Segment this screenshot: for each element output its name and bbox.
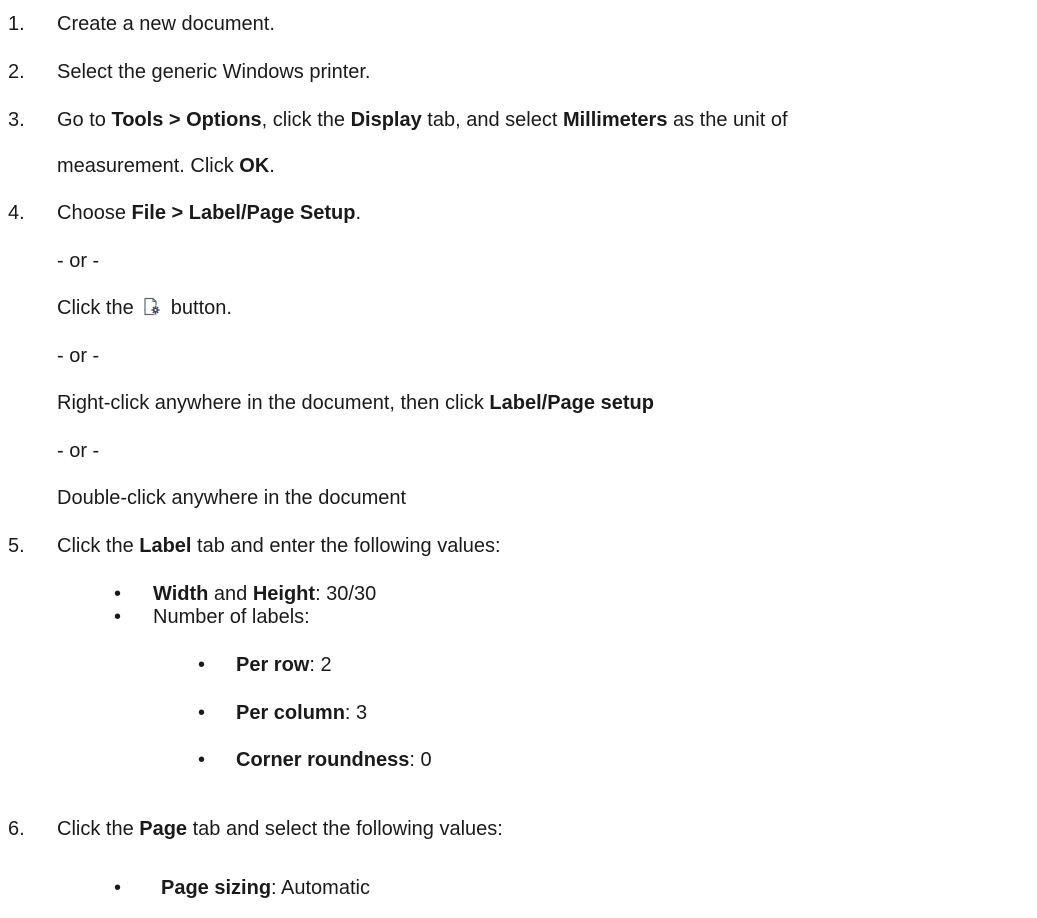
click-button-instruction: Click the button. bbox=[57, 297, 232, 319]
step-3-text: Go to Tools > Options, click the Display… bbox=[57, 109, 788, 131]
double-click-instruction: Double-click anywhere in the document bbox=[57, 487, 407, 509]
step-3-text-continued: measurement. Click OK. bbox=[57, 155, 275, 177]
or-separator: - or - bbox=[57, 250, 100, 272]
step-4-number: 4. bbox=[8, 202, 25, 224]
number-of-labels-item: Number of labels: bbox=[153, 606, 310, 628]
step-6-number: 6. bbox=[8, 818, 25, 840]
per-row-item: Per row: 2 bbox=[236, 654, 332, 676]
step-1-text: Create a new document. bbox=[57, 13, 275, 35]
bullet-icon: • bbox=[198, 654, 206, 676]
page-sizing-item: Page sizing: Automatic bbox=[161, 877, 370, 899]
label-page-setup-icon bbox=[143, 297, 162, 316]
right-click-instruction: Right-click anywhere in the document, th… bbox=[57, 392, 654, 414]
step-5-text: Click the Label tab and enter the follow… bbox=[57, 535, 501, 557]
bullet-icon: • bbox=[114, 583, 122, 605]
step-2-number: 2. bbox=[8, 61, 25, 83]
bullet-icon: • bbox=[198, 749, 206, 771]
or-separator: - or - bbox=[57, 440, 100, 462]
step-4-text: Choose File > Label/Page Setup. bbox=[57, 202, 362, 224]
step-2-text: Select the generic Windows printer. bbox=[57, 61, 371, 83]
bullet-icon: • bbox=[114, 877, 122, 899]
step-5-number: 5. bbox=[8, 535, 25, 557]
or-separator: - or - bbox=[57, 345, 100, 367]
per-column-item: Per column: 3 bbox=[236, 702, 368, 724]
step-6-text: Click the Page tab and select the follow… bbox=[57, 818, 503, 840]
step-1-number: 1. bbox=[8, 13, 25, 35]
width-height-item: Width and Height: 30/30 bbox=[153, 583, 377, 605]
corner-roundness-item: Corner roundness: 0 bbox=[236, 749, 432, 771]
bullet-icon: • bbox=[114, 606, 122, 628]
step-3-number: 3. bbox=[8, 109, 25, 131]
bullet-icon: • bbox=[198, 702, 206, 724]
